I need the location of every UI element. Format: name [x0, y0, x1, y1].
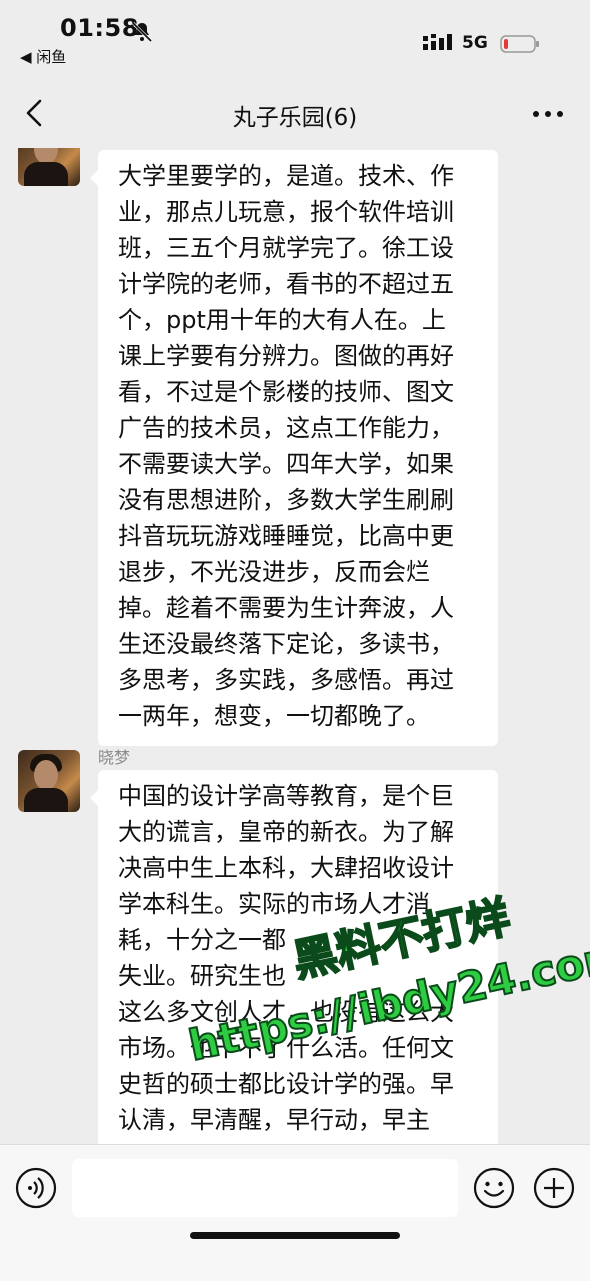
message-text-line: 业，那点儿玩意，报个软件培训 — [118, 198, 454, 226]
message-text-line: 中国的设计学高等教育，是个巨 — [118, 782, 454, 810]
message-text-line: 计学院的老师，看书的不超过五 — [118, 270, 454, 298]
message-bubble[interactable]: 大学里要学的，是道。技术、作 业，那点儿玩意，报个软件培训 班，三五个月就学完了。徐… — [90, 150, 498, 746]
message-text-line: 史哲的硕士都比设计学的强。早 — [118, 1070, 454, 1098]
network-type: 5G — [462, 33, 488, 53]
message-text-line: 退步，不光没进步，反而会烂 — [118, 558, 430, 586]
message-text-line: 大的谎言，皇帝的新衣。为了解 — [118, 818, 454, 846]
mute-bell-icon — [131, 21, 153, 43]
message-text-line: 个，ppt用十年的大有人在。上 — [118, 306, 446, 334]
message-text-line: 没有思想进阶，多数大学生刷刷 — [118, 486, 454, 514]
message-text-line: 决高中生上本科，大肆招收设计 — [118, 854, 454, 882]
signal-icon — [423, 34, 452, 50]
message-text-line: 失业。研究生也 — [118, 962, 286, 990]
message-text-line: 大学里要学的，是道。技术、作 — [118, 162, 454, 190]
message-text-line: 广告的技术员，这点工作能力， — [118, 414, 454, 442]
message-text-line: 一两年，想变，一切都晚了。 — [118, 702, 430, 730]
avatar[interactable] — [18, 148, 80, 186]
message-input[interactable] — [72, 1159, 458, 1217]
message-bubble[interactable]: 中国的设计学高等教育，是个巨 大的谎言，皇帝的新衣。为了解 决高中生上本科，大肆招收… — [90, 770, 498, 1144]
plus-circle-icon[interactable] — [532, 1166, 576, 1210]
voice-icon[interactable] — [14, 1166, 58, 1210]
status-time: 01:58 — [60, 14, 139, 42]
chat-nav-bar: 丸子乐园(6) — [0, 80, 590, 148]
message-text-line: 这么多文创人才，也没有这么大 — [118, 998, 454, 1026]
status-bar: 01:58 ◀ 闲鱼 5G — [0, 0, 590, 70]
message-text-line: 课上学要有分辨力。图做的再好 — [118, 342, 454, 370]
message-text-line: 认清，早清醒，早行动，早主 — [118, 1106, 430, 1134]
message-text-line: 多思考，多实践，多感悟。再过 — [118, 666, 454, 694]
message-list[interactable]: 大学里要学的，是道。技术、作 业，那点儿玩意，报个软件培训 班，三五个月就学完了。徐… — [0, 148, 590, 1144]
input-bar — [0, 1144, 590, 1281]
message-text-line: 班，三五个月就学完了。徐工设 — [118, 234, 454, 262]
message-text-line: 耗，十分之一都 — [118, 926, 286, 954]
message-text-line: 抖音玩玩游戏睡睡觉，比高中更 — [118, 522, 454, 550]
message-text-line: 看，不过是个影楼的技师、图文 — [118, 378, 454, 406]
message-text-line: 市场。也干不了什么活。任何文 — [118, 1034, 454, 1062]
message-text-line: 掉。趁着不需要为生计奔波，人 — [118, 594, 454, 622]
sender-name: 晓梦 — [98, 748, 131, 767]
battery-icon — [500, 35, 539, 53]
more-dots-icon[interactable] — [528, 100, 568, 128]
avatar[interactable] — [18, 750, 80, 812]
emoji-icon[interactable] — [472, 1166, 516, 1210]
message-text-line: 不需要读大学。四年大学，如果 — [118, 450, 454, 478]
home-indicator[interactable] — [190, 1232, 400, 1239]
back-to-app-link[interactable]: ◀ 闲鱼 — [20, 46, 66, 67]
chat-title: 丸子乐园(6) — [232, 105, 358, 131]
message-text-line: 学本科生。实际的市场人才消 — [118, 890, 430, 918]
message-text-line: 生还没最终落下定论，多读书， — [118, 630, 454, 658]
